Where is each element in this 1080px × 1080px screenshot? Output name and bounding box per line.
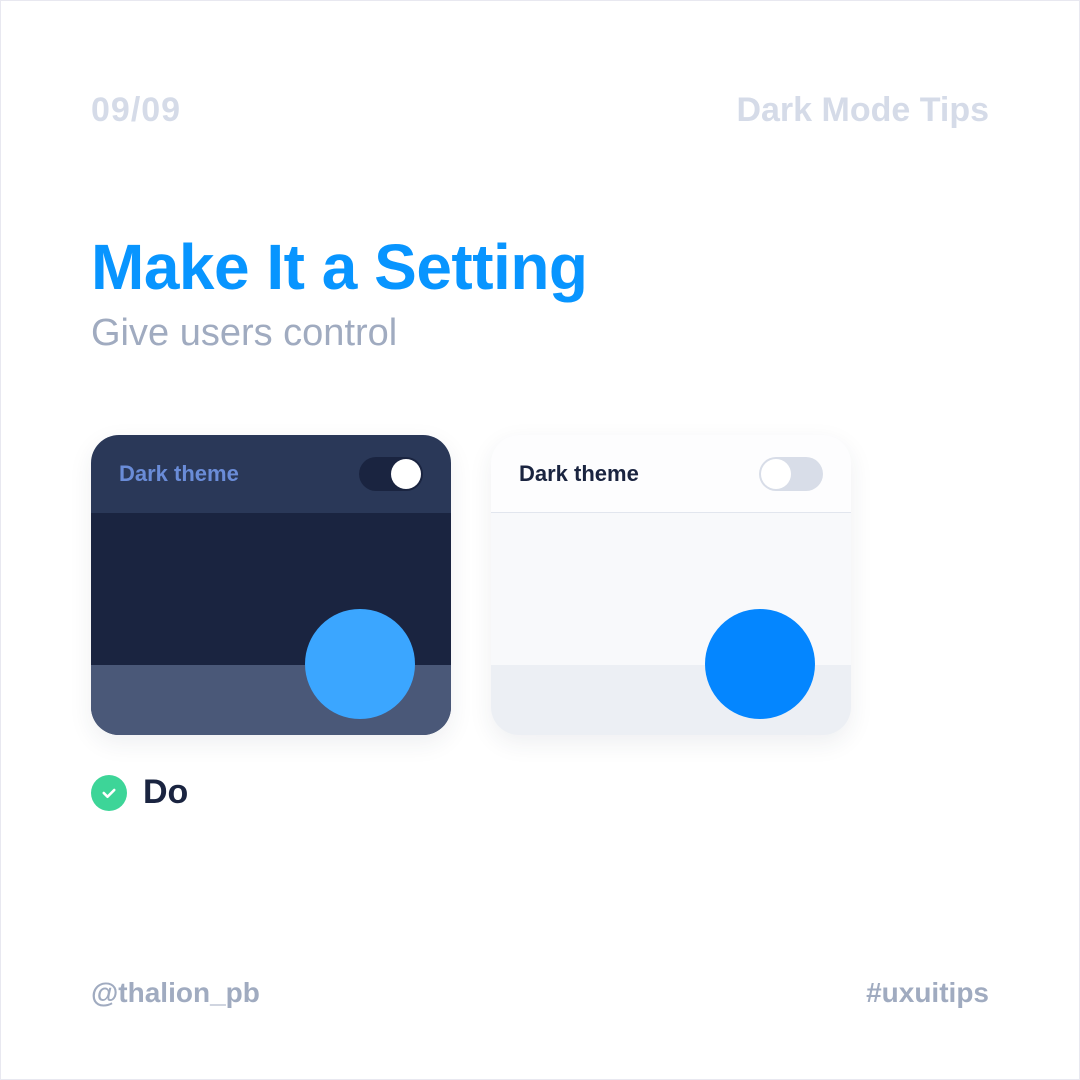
toggle-knob — [391, 459, 421, 489]
toggle-label-dark: Dark theme — [119, 461, 239, 487]
page-counter: 09/09 — [91, 91, 181, 130]
verdict-row: Do — [91, 773, 989, 812]
toggle-label-light: Dark theme — [519, 461, 639, 487]
hashtag: #uxuitips — [866, 977, 989, 1009]
check-icon — [91, 775, 127, 811]
card-header-dark: Dark theme — [91, 435, 451, 513]
header-row: 09/09 Dark Mode Tips — [91, 91, 989, 130]
main-title: Make It a Setting — [91, 230, 989, 304]
example-card-dark: Dark theme — [91, 435, 451, 735]
fab-button-dark[interactable] — [305, 609, 415, 719]
card-header-light: Dark theme — [491, 435, 851, 513]
toggle-knob — [761, 459, 791, 489]
author-handle: @thalion_pb — [91, 977, 260, 1009]
example-card-light: Dark theme — [491, 435, 851, 735]
fab-button-light[interactable] — [705, 609, 815, 719]
dark-theme-toggle-off[interactable] — [759, 457, 823, 491]
series-title: Dark Mode Tips — [736, 91, 989, 130]
subtitle: Give users control — [91, 312, 989, 355]
verdict-label: Do — [143, 773, 188, 812]
footer-row: @thalion_pb #uxuitips — [91, 977, 989, 1009]
cards-row: Dark theme Dark theme — [91, 435, 989, 735]
dark-theme-toggle-on[interactable] — [359, 457, 423, 491]
